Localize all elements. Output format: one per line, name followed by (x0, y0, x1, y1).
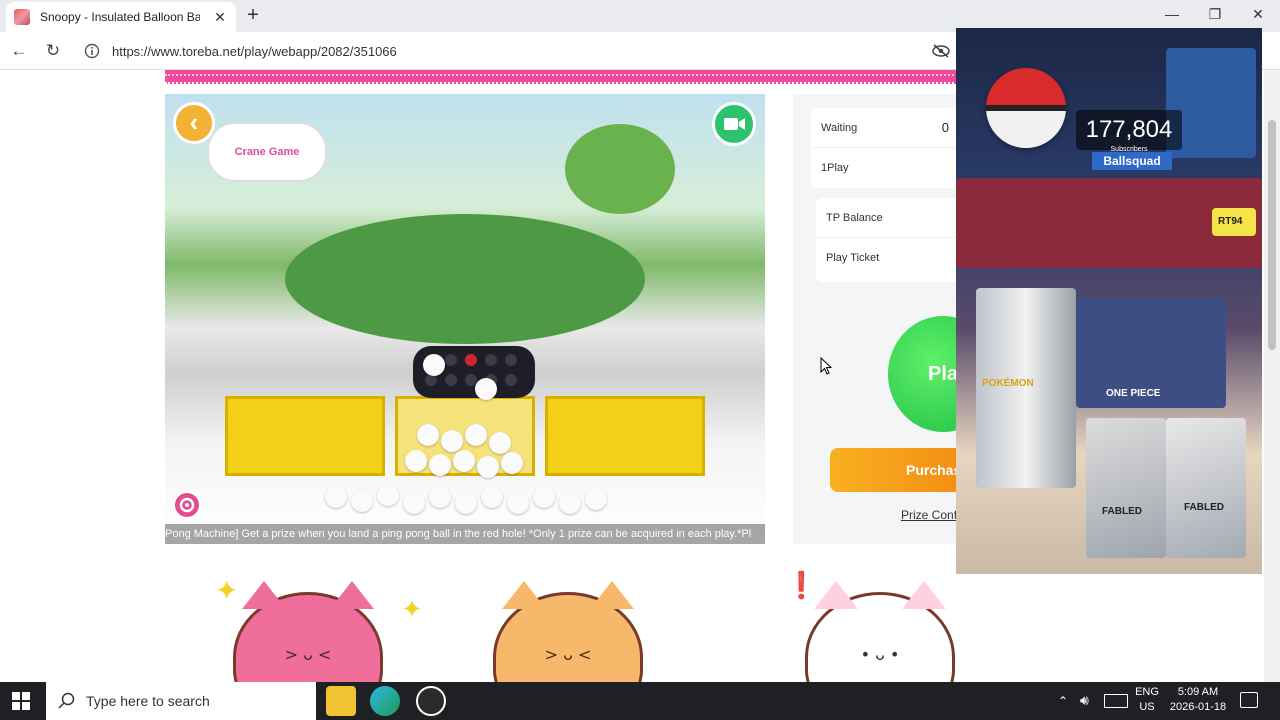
white-cat-image: • ᴗ • (805, 581, 955, 682)
crane-game-logo: Crane Game (207, 122, 327, 182)
chevron-up-icon[interactable]: ⌃ (1058, 694, 1068, 708)
maximize-button[interactable]: ❐ (1205, 6, 1225, 23)
pink-cat-image: > ᴗ < (233, 581, 383, 682)
site-favicon-icon (14, 9, 30, 25)
orange-cat-image: > ᴗ < (493, 581, 643, 682)
tab-title: Snoopy - Insulated Balloon Bag S (40, 10, 200, 24)
fabled-label-1: FABLED (1102, 506, 1142, 517)
pokemon-pack-label: POKÉMON (982, 378, 1034, 389)
exclaim-decoration-icon: ❗ (785, 570, 818, 600)
waiting-label: Waiting (821, 121, 858, 134)
tp-balance-label: TP Balance (826, 211, 883, 224)
one-play-row: 1Play (811, 148, 965, 188)
camera-icon[interactable] (712, 102, 756, 146)
file-explorer-icon[interactable] (326, 686, 356, 716)
play-ticket-row: Play Ticket (816, 238, 965, 278)
mouse-cursor-icon (820, 357, 832, 375)
control-panel: Waiting 0 1Play TP Balance Play Ticket P… (793, 94, 998, 544)
balance-card: TP Balance Play Ticket (816, 198, 965, 282)
ticker-text: Pong Machine] Get a prize when you land … (165, 524, 765, 544)
fabled-pack-2 (1166, 418, 1246, 558)
tree-shape (565, 124, 675, 214)
minimize-button[interactable]: — (1162, 6, 1182, 22)
queue-card: Waiting 0 1Play (811, 108, 965, 188)
close-window-button[interactable]: ✕ (1248, 6, 1268, 23)
one-play-label: 1Play (821, 162, 849, 174)
left-tray (225, 396, 385, 476)
waiting-count: 0 (941, 120, 949, 135)
notification-icon[interactable] (1240, 692, 1258, 708)
browser-tab[interactable]: Snoopy - Insulated Balloon Bag S ✕ (6, 2, 236, 32)
search-placeholder: Type here to search (86, 693, 210, 709)
taskbar-search[interactable]: Type here to search (46, 682, 316, 720)
eye-off-icon[interactable] (932, 44, 950, 58)
search-icon (58, 692, 75, 709)
url-text: https://www.toreba.net/play/webapp/2082/… (112, 43, 397, 59)
site-info-icon[interactable] (84, 43, 100, 59)
reload-button[interactable]: ↻ (42, 40, 64, 62)
language-indicator[interactable]: ENG US (1134, 686, 1160, 713)
keyboard-icon[interactable] (1104, 694, 1128, 708)
edge-icon[interactable] (370, 686, 400, 716)
play-ticket-label: Play Ticket (826, 252, 880, 264)
windows-icon[interactable] (12, 692, 30, 710)
subscriber-count: 177,804 (1076, 110, 1182, 150)
clock-date: 2026-01-18 (1169, 701, 1227, 713)
page-scrollbar[interactable] (1264, 70, 1280, 682)
url-field[interactable]: https://www.toreba.net/play/webapp/2082/… (78, 37, 958, 65)
fabled-label-2: FABLED (1184, 502, 1224, 513)
right-tray (545, 396, 705, 476)
sticky-note-text: RT94 (1218, 216, 1243, 227)
star-decoration-icon: ✦ (401, 594, 423, 624)
crane-live-stream[interactable]: Crane Game ‹ Pong Machine] Get a prize w… (165, 94, 765, 544)
clock-time: 5:09 AM (1177, 686, 1219, 698)
obs-icon[interactable] (416, 686, 446, 716)
settings-icon[interactable] (173, 491, 201, 519)
webcam-overlay: RT94 POKÉMON ONE PIECE FABLED FABLED 177… (956, 28, 1262, 574)
channel-name: Ballsquad (1092, 152, 1172, 170)
tp-balance-row: TP Balance (816, 198, 965, 238)
star-decoration-icon: ✦ (215, 575, 239, 606)
scrollbar-thumb[interactable] (1268, 120, 1276, 350)
windows-taskbar: Type here to search ⌃ 🔊︎ ENG US 5:09 AM 20… (0, 682, 1280, 720)
back-button[interactable]: ← (8, 40, 30, 62)
prize-confirmation-link[interactable]: Prize Confi (901, 508, 960, 522)
volume-icon[interactable]: 🔊︎ (1080, 692, 1089, 709)
header-strip (165, 70, 965, 84)
fabled-pack-1 (1086, 418, 1166, 558)
clock[interactable]: 5:09 AM 2026-01-18 (1166, 686, 1230, 713)
waiting-row: Waiting 0 (811, 108, 965, 148)
new-tab-button[interactable]: + (242, 5, 264, 27)
back-arrow-icon[interactable]: ‹ (173, 102, 215, 144)
pokeball-icon (986, 68, 1066, 148)
tab-close-button[interactable]: ✕ (212, 9, 228, 26)
hill-shape (285, 214, 645, 344)
one-piece-label: ONE PIECE (1106, 388, 1161, 399)
